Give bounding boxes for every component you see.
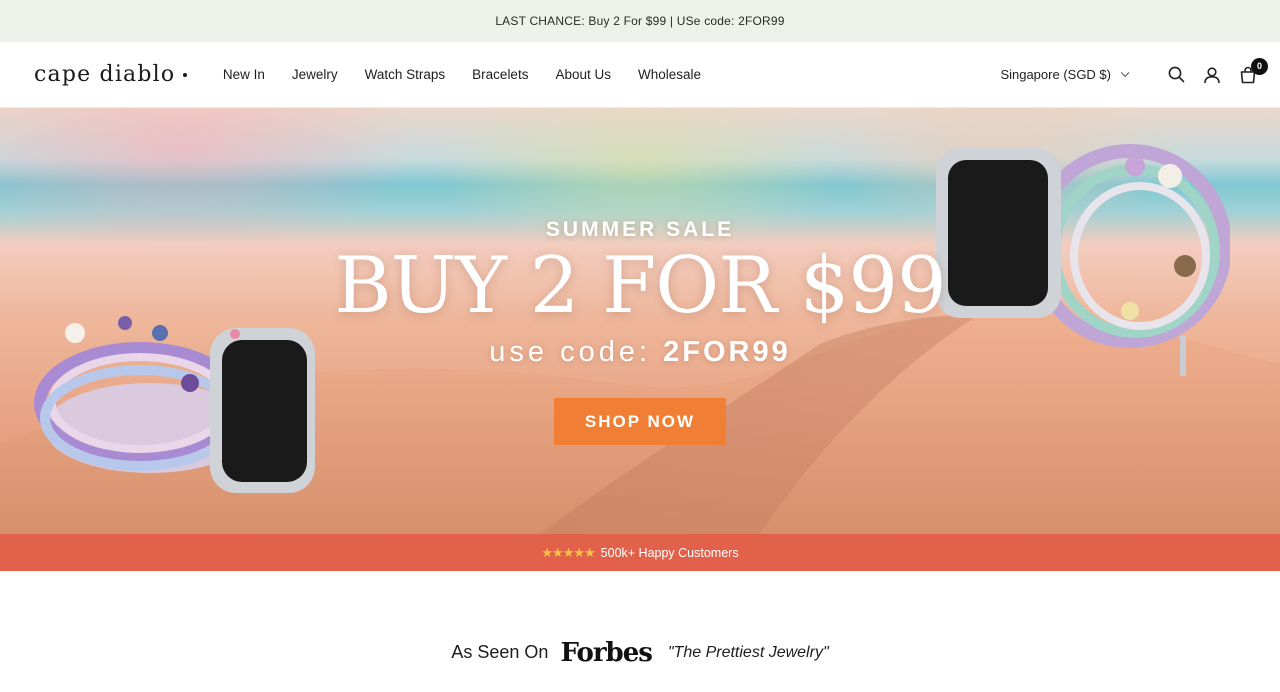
account-icon (1204, 66, 1220, 83)
nav-bracelets[interactable]: Bracelets (472, 67, 528, 82)
logo-dot (183, 72, 188, 77)
nav-wholesale[interactable]: Wholesale (638, 67, 701, 82)
forbes-logo: Forbes (560, 637, 652, 668)
announcement-bar: LAST CHANCE: Buy 2 For $99 | USe code: 2… (0, 0, 1280, 42)
logo[interactable]: cape diablo (34, 62, 188, 87)
promo-code-line: use code: 2FOR99 (0, 336, 1280, 369)
press-quote: "The Prettiest Jewelry" (667, 643, 829, 661)
promo-code: 2FOR99 (663, 336, 791, 368)
logo-text[interactable]: cape diablo (34, 62, 175, 87)
search-icon (1168, 66, 1184, 83)
promo-code-prefix: use code: (489, 336, 652, 368)
chevron-down-icon (1120, 68, 1130, 77)
customers-text: 500k+ Happy Customers (600, 545, 739, 560)
hero-headline: BUY 2 FOR $99 (334, 241, 946, 331)
locale-selector[interactable]: Singapore (SGD $) (1000, 67, 1130, 82)
shop-now-button[interactable]: SHOP NOW (554, 398, 726, 445)
cart-count-badge: 0 (1251, 57, 1268, 75)
nav-jewelry[interactable]: Jewelry (292, 67, 338, 82)
nav-watch-straps[interactable]: Watch Straps (365, 67, 446, 82)
locale-label[interactable]: Singapore (SGD $) (1000, 67, 1111, 82)
as-seen-on-section: As Seen On Forbes "The Prettiest Jewelry… (0, 571, 1280, 692)
announcement-text: LAST CHANCE: Buy 2 For $99 | USe code: 2… (495, 14, 785, 28)
hero-banner[interactable]: SUMMER SALE BUY 2 FOR $99 use code: 2FOR… (0, 108, 1280, 534)
star-rating-icon: ★★★★★ (541, 544, 595, 560)
sale-label: SUMMER SALE (545, 218, 735, 241)
happy-customers-bar: ★★★★★ 500k+ Happy Customers (0, 534, 1280, 571)
cart-button[interactable]: 0 (1238, 57, 1268, 85)
main-nav: New In Jewelry Watch Straps Bracelets Ab… (209, 67, 714, 82)
site-header: cape diablo New In Jewelry Watch Straps … (0, 42, 1280, 108)
account-button[interactable] (1202, 65, 1222, 85)
as-seen-on-label: As Seen On (451, 642, 549, 662)
nav-about-us[interactable]: About Us (555, 67, 611, 82)
nav-new-in[interactable]: New In (223, 67, 265, 82)
search-button[interactable] (1166, 65, 1186, 85)
